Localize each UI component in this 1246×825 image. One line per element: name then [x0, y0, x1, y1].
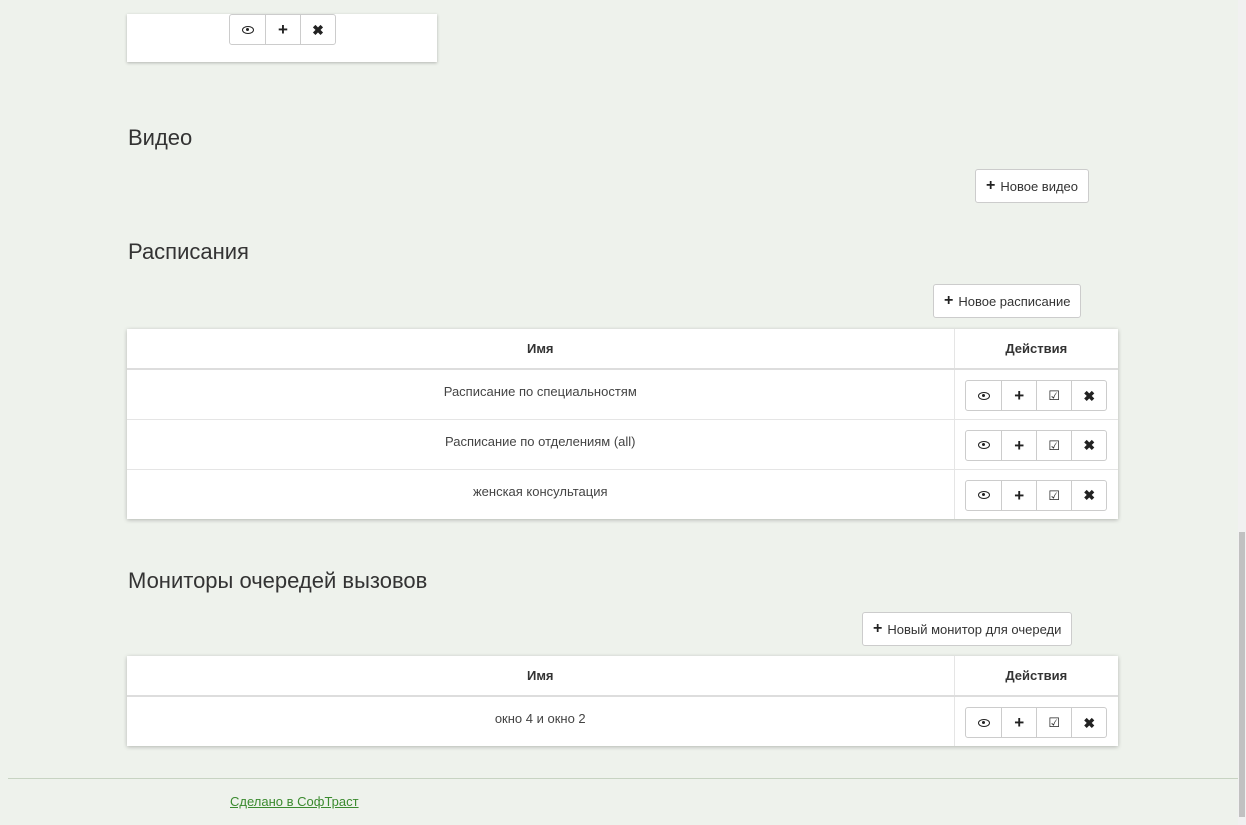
footer-link[interactable]: Сделано в СофТраст [230, 794, 359, 809]
new-video-label: Новое видео [1000, 178, 1079, 194]
add-button[interactable]: + [1001, 430, 1036, 460]
row-actions: + ☑ ✖ [953, 468, 1118, 519]
delete-button[interactable]: ✖ [1071, 381, 1106, 410]
section-title-monitors: Мониторы очередей вызовов [128, 568, 428, 593]
section-title-schedules: Расписания [128, 239, 249, 264]
edit-button[interactable]: ☑ [1036, 480, 1071, 510]
view-button[interactable] [966, 431, 1001, 460]
row-name: женская консультация [127, 468, 954, 519]
close-icon: ✖ [312, 21, 324, 38]
row-actions: + ☑ ✖ [953, 695, 1118, 746]
row-name: Расписание по специальностям [127, 368, 954, 419]
table-header-row: Имя Действия [127, 656, 1118, 697]
delete-button[interactable]: ✖ [300, 15, 335, 44]
action-buttons: + ☑ ✖ [965, 707, 1108, 738]
plus-icon: + [1014, 485, 1025, 505]
action-buttons: + ☑ ✖ [965, 380, 1108, 411]
edit-icon: ☑ [1048, 715, 1061, 730]
view-button[interactable] [966, 708, 1001, 737]
column-header-actions: Действия [953, 656, 1118, 697]
page: + ✖ Видео + Новое видео Расписания + Нов… [0, 0, 1238, 825]
delete-button[interactable]: ✖ [1071, 480, 1106, 510]
column-header-name: Имя [127, 656, 954, 697]
column-header-actions: Действия [953, 329, 1118, 370]
row-actions: + ☑ ✖ [953, 418, 1118, 469]
column-header-name: Имя [127, 329, 954, 370]
table-row: женская консультация + ☑ ✖ [127, 468, 1118, 519]
action-buttons: + ☑ ✖ [965, 479, 1108, 511]
monitors-table: Имя Действия окно 4 и окно 2 + ☑ ✖ [127, 656, 1118, 746]
add-button[interactable]: + [1001, 381, 1036, 410]
new-schedule-label: Новое расписание [958, 293, 1071, 309]
close-icon: ✖ [1083, 437, 1096, 453]
plus-icon: + [873, 620, 883, 637]
scrollbar[interactable] [1238, 0, 1246, 825]
table-header-row: Имя Действия [127, 329, 1118, 370]
scrollbar-thumb[interactable] [1239, 532, 1245, 817]
view-button[interactable] [966, 481, 1001, 510]
new-video-button[interactable]: + Новое видео [975, 169, 1090, 203]
plus-icon: + [278, 20, 288, 39]
view-button[interactable] [230, 15, 265, 44]
edit-icon: ☑ [1048, 487, 1061, 503]
plus-icon: + [1014, 435, 1025, 455]
row-name: Расписание по отделениям (all) [127, 418, 954, 469]
previous-item-card: + ✖ [127, 14, 437, 62]
eye-icon [241, 25, 254, 34]
edit-button[interactable]: ☑ [1036, 430, 1071, 460]
close-icon: ✖ [1083, 714, 1096, 731]
plus-icon: + [986, 177, 996, 194]
add-button[interactable]: + [265, 15, 300, 44]
eye-icon [977, 491, 990, 499]
close-icon: ✖ [1083, 387, 1096, 404]
edit-button[interactable]: ☑ [1036, 708, 1071, 737]
close-icon: ✖ [1083, 487, 1096, 503]
eye-icon [977, 441, 990, 449]
eye-icon [977, 718, 990, 727]
delete-button[interactable]: ✖ [1071, 708, 1106, 737]
table-row: Расписание по специальностям + ☑ ✖ [127, 368, 1118, 419]
edit-button[interactable]: ☑ [1036, 381, 1071, 410]
new-monitor-button[interactable]: + Новый монитор для очереди [862, 612, 1073, 646]
footer-divider [8, 778, 1238, 779]
new-monitor-label: Новый монитор для очереди [887, 621, 1062, 637]
delete-button[interactable]: ✖ [1071, 430, 1106, 460]
add-button[interactable]: + [1001, 708, 1036, 737]
section-title-video: Видео [128, 125, 193, 150]
edit-icon: ☑ [1048, 388, 1061, 403]
action-buttons: + ☑ ✖ [965, 429, 1108, 461]
edit-icon: ☑ [1048, 437, 1061, 453]
new-schedule-button[interactable]: + Новое расписание [933, 284, 1082, 318]
schedules-table: Имя Действия Расписание по специальностя… [127, 329, 1118, 519]
add-button[interactable]: + [1001, 480, 1036, 510]
plus-icon: + [944, 292, 954, 309]
action-buttons: + ✖ [229, 14, 336, 45]
eye-icon [977, 391, 990, 400]
plus-icon: + [1014, 386, 1025, 405]
table-row: окно 4 и окно 2 + ☑ ✖ [127, 695, 1118, 746]
plus-icon: + [1014, 713, 1025, 732]
view-button[interactable] [966, 381, 1001, 410]
table-row: Расписание по отделениям (all) + ☑ ✖ [127, 418, 1118, 469]
row-actions: + ☑ ✖ [953, 368, 1118, 419]
row-name: окно 4 и окно 2 [127, 695, 954, 746]
